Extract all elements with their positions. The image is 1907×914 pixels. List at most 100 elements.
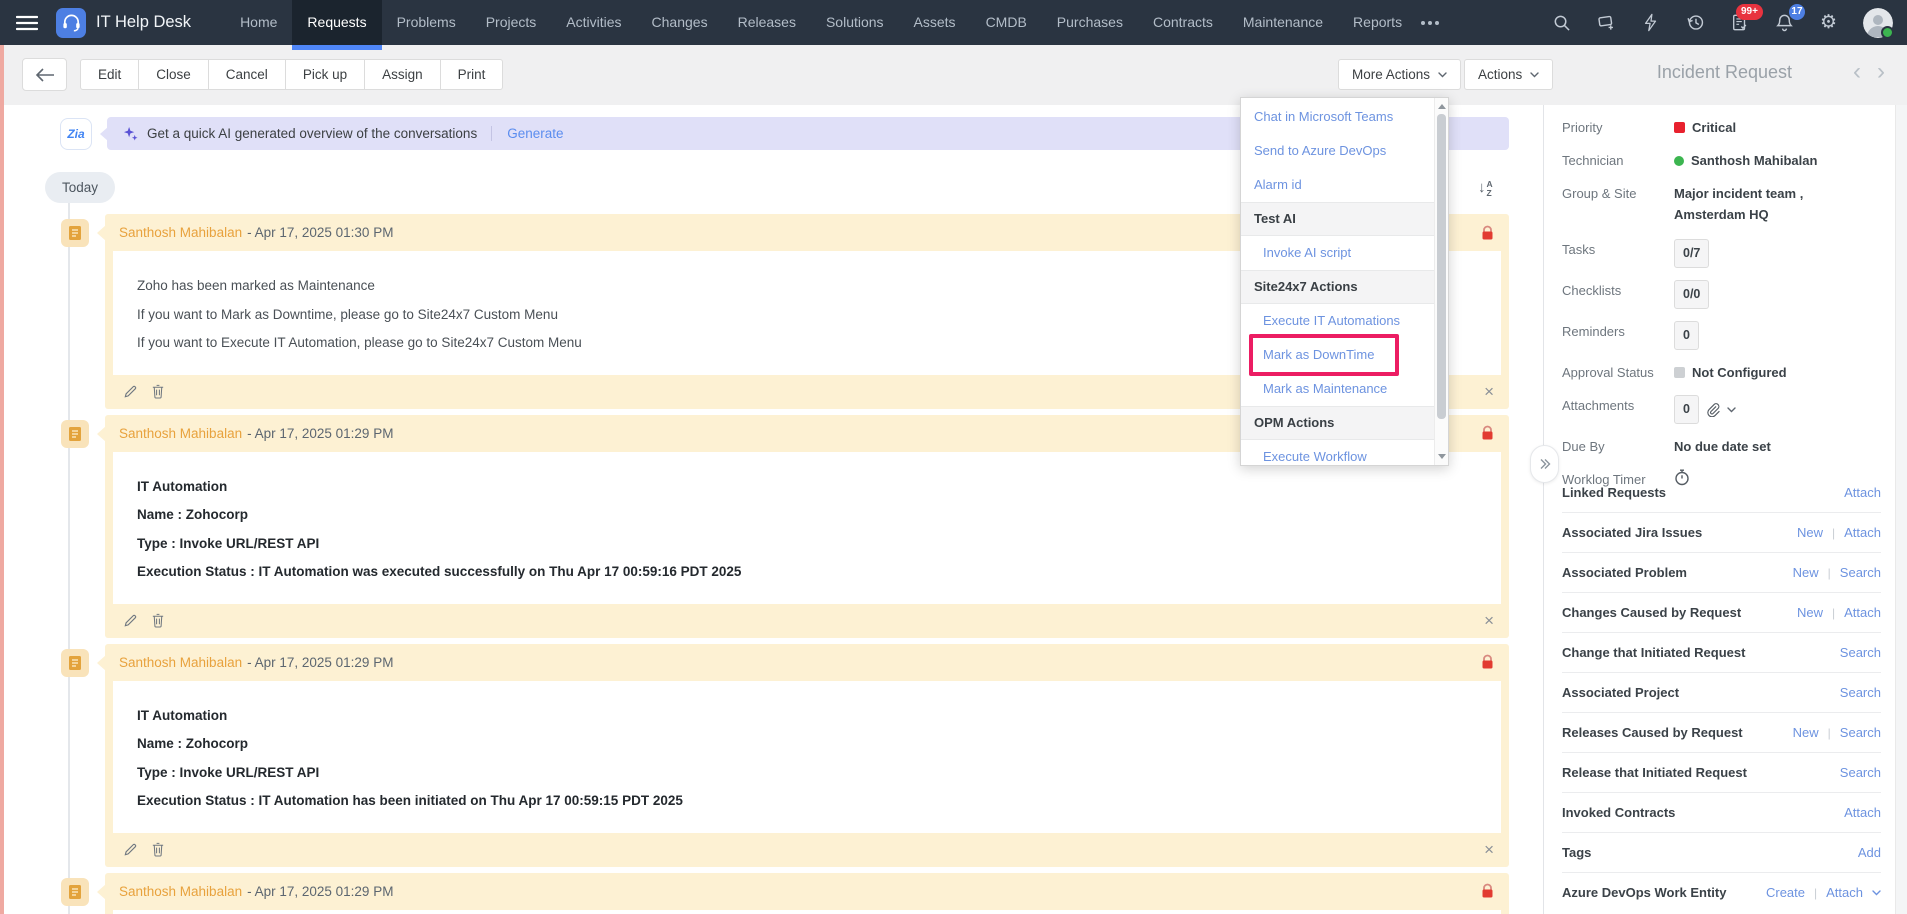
- zia-icon[interactable]: Zia: [60, 118, 92, 150]
- search-icon[interactable]: [1552, 13, 1571, 32]
- print-button[interactable]: Print: [439, 59, 504, 90]
- nav-item-purchases[interactable]: Purchases: [1042, 0, 1138, 45]
- chevron-down-icon[interactable]: [1872, 889, 1881, 896]
- conversation-header[interactable]: Santhosh Mahibalan - Apr 17, 2025 01:29 P…: [97, 644, 1509, 681]
- action-link-add[interactable]: Add: [1858, 845, 1881, 860]
- nav-item-contracts[interactable]: Contracts: [1138, 0, 1228, 45]
- link-row: Change that Initiated Request Search: [1562, 633, 1881, 673]
- nav-item-requests[interactable]: Requests: [292, 0, 382, 50]
- nav-more-icon[interactable]: [1417, 20, 1443, 25]
- action-link-new[interactable]: New: [1793, 565, 1819, 580]
- app-logo-icon[interactable]: [56, 7, 86, 38]
- edit-icon[interactable]: [123, 842, 138, 857]
- menu-item-test-ai: Test AI: [1241, 202, 1435, 236]
- action-link-attach[interactable]: Attach: [1844, 605, 1881, 620]
- conversation-body: IT Automation Name : Zohocorp Type : Invok…: [113, 451, 1501, 604]
- edit-icon[interactable]: [123, 613, 138, 628]
- avatar[interactable]: [1863, 7, 1894, 39]
- create-request-icon[interactable]: [1597, 13, 1616, 32]
- history-icon[interactable]: [1686, 13, 1705, 32]
- conversation-header[interactable]: Santhosh Mahibalan - Apr 17, 2025 01:29 P…: [97, 873, 1509, 910]
- menu-item-alarm-id[interactable]: Alarm id: [1241, 168, 1435, 202]
- paperclip-icon[interactable]: [1706, 402, 1720, 417]
- menu-item-mark-as-downtime[interactable]: Mark as DownTime: [1241, 338, 1435, 372]
- collapse-panel-icon[interactable]: [1530, 445, 1559, 483]
- app-title: IT Help Desk: [96, 13, 192, 31]
- nav-item-projects[interactable]: Projects: [471, 0, 552, 45]
- prev-request-icon[interactable]: ‹: [1853, 59, 1861, 85]
- pick-up-button[interactable]: Pick up: [284, 59, 366, 90]
- menu-item-send-to-azure-devops[interactable]: Send to Azure DevOps: [1241, 134, 1435, 168]
- nav-item-maintenance[interactable]: Maintenance: [1228, 0, 1338, 45]
- edit-button[interactable]: Edit: [80, 59, 140, 90]
- value-text: Not Configured: [1692, 365, 1787, 380]
- action-link-attach[interactable]: Attach: [1844, 485, 1881, 500]
- action-link-search[interactable]: Search: [1840, 645, 1881, 660]
- nav-item-home[interactable]: Home: [225, 0, 292, 45]
- link-row: Associated Jira Issues New | Attach: [1562, 513, 1881, 553]
- approvals-icon[interactable]: 99+: [1731, 4, 1763, 32]
- nav-icon-bar: 99+ 17 ⚙: [1552, 4, 1907, 39]
- close-icon[interactable]: ×: [1484, 383, 1494, 400]
- panel-scrollbar[interactable]: [1895, 105, 1907, 914]
- action-link-search[interactable]: Search: [1840, 765, 1881, 780]
- action-separator: |: [1827, 725, 1831, 740]
- note-icon: [61, 648, 89, 677]
- settings-icon[interactable]: ⚙: [1820, 13, 1837, 33]
- action-link-search[interactable]: Search: [1840, 565, 1881, 580]
- delete-icon[interactable]: [151, 613, 165, 628]
- close-icon[interactable]: ×: [1484, 841, 1494, 858]
- action-link-new[interactable]: New: [1797, 605, 1823, 620]
- nav-item-reports[interactable]: Reports: [1338, 0, 1417, 45]
- quick-actions-icon[interactable]: [1642, 13, 1660, 32]
- back-button[interactable]: [22, 58, 67, 91]
- scroll-thumb[interactable]: [1437, 114, 1446, 419]
- page-title: Incident Request: [1656, 62, 1792, 82]
- author-name: Santhosh Mahibalan: [119, 225, 243, 240]
- action-link-attach[interactable]: Attach: [1844, 525, 1881, 540]
- assign-button[interactable]: Assign: [364, 59, 441, 90]
- nav-item-problems[interactable]: Problems: [382, 0, 471, 45]
- nav-item-releases[interactable]: Releases: [723, 0, 811, 45]
- message-line: IT Automation: [137, 478, 228, 494]
- sort-icon[interactable]: ↓ A Z: [1478, 179, 1493, 198]
- next-request-icon[interactable]: ›: [1877, 59, 1885, 85]
- menu-item-mark-as-maintenance[interactable]: Mark as Maintenance: [1241, 372, 1435, 406]
- nav-item-cmdb[interactable]: CMDB: [971, 0, 1042, 45]
- nav-item-assets[interactable]: Assets: [899, 0, 971, 45]
- menu-scrollbar[interactable]: [1434, 98, 1448, 465]
- action-link-attach[interactable]: Attach: [1826, 885, 1863, 900]
- action-separator: |: [1832, 525, 1836, 540]
- notifications-icon[interactable]: 17: [1775, 4, 1805, 32]
- menu-item-invoke-ai-script[interactable]: Invoke AI script: [1241, 236, 1435, 270]
- action-link-attach[interactable]: Attach: [1844, 805, 1881, 820]
- delete-icon[interactable]: [151, 384, 165, 399]
- cancel-button[interactable]: Cancel: [207, 59, 286, 90]
- property-label: Attachments: [1562, 398, 1635, 413]
- action-link-new[interactable]: New: [1797, 525, 1823, 540]
- scroll-down-icon[interactable]: [1438, 454, 1446, 459]
- nav-item-solutions[interactable]: Solutions: [811, 0, 899, 45]
- menu-item-execute-it-automations[interactable]: Execute IT Automations: [1241, 304, 1435, 338]
- close-icon[interactable]: ×: [1484, 612, 1494, 629]
- link-row: Releases Caused by Request New | Search: [1562, 713, 1881, 753]
- edit-icon[interactable]: [123, 384, 138, 399]
- chevron-down-icon[interactable]: [1727, 406, 1736, 413]
- nav-item-changes[interactable]: Changes: [637, 0, 723, 45]
- menu-item-execute-workflow[interactable]: Execute Workflow: [1241, 440, 1435, 465]
- timestamp: - Apr 17, 2025 01:29 PM: [247, 883, 394, 899]
- generate-button[interactable]: Generate: [491, 126, 564, 141]
- hamburger-menu-icon[interactable]: [16, 15, 38, 31]
- status-dot-indicator: [1674, 155, 1684, 166]
- more-actions-button[interactable]: More Actions: [1338, 59, 1462, 90]
- action-link-search[interactable]: Search: [1840, 725, 1881, 740]
- action-link-new[interactable]: New: [1793, 725, 1819, 740]
- delete-icon[interactable]: [151, 842, 165, 857]
- actions-button[interactable]: Actions: [1464, 59, 1554, 90]
- menu-item-chat-in-microsoft-teams[interactable]: Chat in Microsoft Teams: [1241, 100, 1435, 134]
- scroll-up-icon[interactable]: [1438, 104, 1446, 109]
- action-link-create[interactable]: Create: [1766, 885, 1805, 900]
- action-link-search[interactable]: Search: [1840, 685, 1881, 700]
- nav-item-activities[interactable]: Activities: [551, 0, 636, 45]
- close-button[interactable]: Close: [138, 59, 209, 90]
